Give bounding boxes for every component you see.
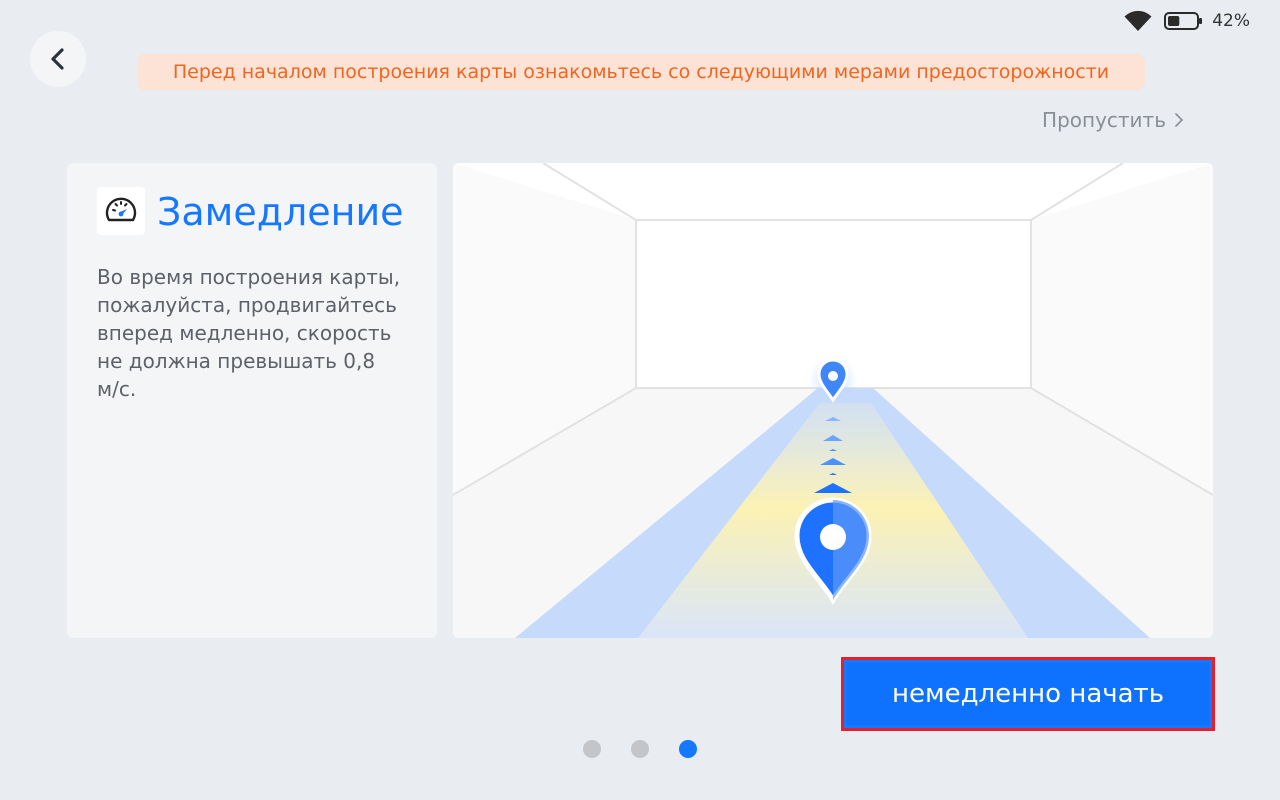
page-dot[interactable]: [631, 740, 649, 758]
start-now-label: немедленно начать: [847, 663, 1209, 725]
skip-label: Пропустить: [1042, 108, 1166, 132]
start-now-button[interactable]: немедленно начать: [841, 657, 1215, 731]
back-button[interactable]: [30, 31, 86, 87]
corridor-illustration: [453, 163, 1213, 638]
card-description: Во время построения карты, пожалуйста, п…: [97, 265, 401, 401]
page-dot[interactable]: [679, 740, 697, 758]
info-card: Замедление Во время построения карты, по…: [67, 163, 437, 638]
warning-text: Перед началом построения карты ознакомьт…: [172, 61, 1110, 83]
chevron-left-icon: [51, 48, 64, 70]
warning-banner: Перед началом построения карты ознакомьт…: [137, 54, 1145, 90]
wifi-icon: [1124, 10, 1152, 31]
card-icon-box: [97, 187, 145, 235]
skip-button[interactable]: Пропустить: [1042, 108, 1184, 132]
battery-indicator: 42%: [1164, 11, 1250, 31]
speedometer-icon: [105, 197, 137, 222]
mapping-illustration: [453, 163, 1213, 638]
card-title: Замедление: [157, 190, 404, 234]
battery-icon: [1164, 12, 1203, 30]
chevron-right-icon: [1175, 113, 1184, 127]
pagination: [583, 740, 697, 758]
status-bar: 42%: [1124, 10, 1250, 32]
battery-percent: 42%: [1212, 11, 1250, 31]
page-dot[interactable]: [583, 740, 601, 758]
